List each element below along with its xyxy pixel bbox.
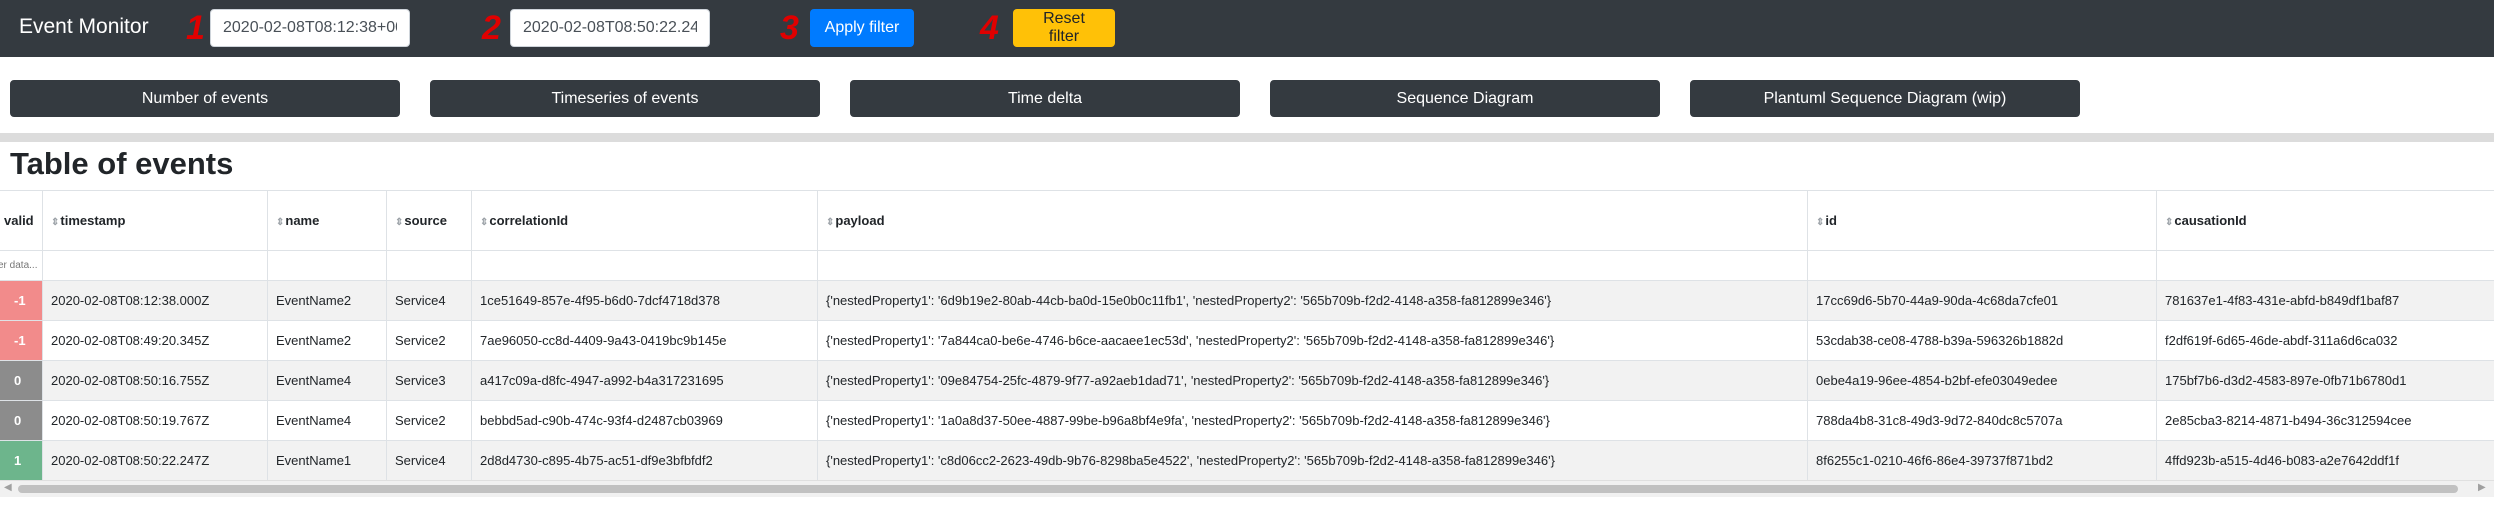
name-cell: EventName2	[267, 320, 387, 361]
reset-filter-button[interactable]: Reset filter	[1013, 9, 1115, 47]
sort-arrows-icon[interactable]: ⇕	[826, 217, 834, 228]
filter-input-id[interactable]	[1807, 250, 2157, 281]
sort-arrows-icon[interactable]: ⇕	[276, 217, 284, 228]
valid-cell: 0	[0, 360, 43, 401]
table-row[interactable]: 0 2020-02-08T08:50:16.755Z EventName4 Se…	[0, 360, 2494, 401]
timeseries-of-events-button[interactable]: Timeseries of events	[430, 80, 820, 117]
filter-input-timestamp[interactable]	[42, 250, 268, 281]
valid-cell: -1	[0, 320, 43, 361]
sort-arrows-icon[interactable]: ⇕	[2165, 217, 2173, 228]
number-of-events-button[interactable]: Number of events	[10, 80, 400, 117]
column-header-source[interactable]: ⇕source	[386, 190, 472, 251]
name-cell: EventName4	[267, 400, 387, 441]
filter-input-name[interactable]	[267, 250, 387, 281]
id-cell: 17cc69d6-5b70-44a9-90da-4c68da7cfe01	[1807, 280, 2157, 321]
table-row[interactable]: 0 2020-02-08T08:50:19.767Z EventName4 Se…	[0, 400, 2494, 441]
sort-arrows-icon[interactable]: ⇕	[1816, 217, 1824, 228]
chevron-left-icon[interactable]: ◀	[4, 482, 12, 493]
source-cell: Service2	[386, 320, 472, 361]
causationid-cell: 2e85cba3-8214-4871-b494-36c312594cee	[2156, 400, 2494, 441]
source-cell: Service4	[386, 280, 472, 321]
table-title: Table of events	[10, 146, 234, 181]
marker-4: 4	[980, 9, 999, 47]
column-header-timestamp[interactable]: ⇕timestamp	[42, 190, 268, 251]
table-row[interactable]: 1 2020-02-08T08:50:22.247Z EventName1 Se…	[0, 440, 2494, 480]
column-header-correlationid[interactable]: ⇕correlationId	[471, 190, 818, 251]
section-divider	[0, 133, 2494, 142]
sort-arrows-icon[interactable]: ⇕	[51, 217, 59, 228]
filter-input-payload[interactable]	[817, 250, 1808, 281]
source-cell: Service2	[386, 400, 472, 441]
id-cell: 788da4b8-31c8-49d3-9d72-840dc8c5707a	[1807, 400, 2157, 441]
marker-2: 2	[482, 9, 501, 47]
column-header-causationid[interactable]: ⇕causationId	[2156, 190, 2494, 251]
source-cell: Service3	[386, 360, 472, 401]
apply-filter-button[interactable]: Apply filter	[810, 9, 914, 47]
id-cell: 0ebe4a19-96ee-4854-b2bf-efe03049edee	[1807, 360, 2157, 401]
plantuml-sequence-diagram-button[interactable]: Plantuml Sequence Diagram (wip)	[1690, 80, 2080, 117]
filter-input-causationid[interactable]	[2156, 250, 2494, 281]
correlationid-cell: 2d8d4730-c895-4b75-ac51-df9e3bfbfdf2	[471, 440, 818, 480]
valid-cell: 1	[0, 440, 43, 480]
table-header-row: valid ⇕timestamp ⇕name ⇕source ⇕correlat…	[0, 190, 2494, 251]
timestamp-cell: 2020-02-08T08:49:20.345Z	[42, 320, 268, 361]
payload-cell: {'nestedProperty1': 'c8d06cc2-2623-49db-…	[817, 440, 1808, 480]
sort-arrows-icon[interactable]: ⇕	[395, 217, 403, 228]
correlationid-cell: 7ae96050-cc8d-4409-9a43-0419bc9b145e	[471, 320, 818, 361]
chevron-right-icon[interactable]: ▶	[2478, 482, 2486, 493]
marker-1: 1	[186, 9, 205, 47]
sort-arrows-icon[interactable]: ⇕	[480, 217, 488, 228]
id-cell: 53cdab38-ce08-4788-b39a-596326b1882d	[1807, 320, 2157, 361]
payload-cell: {'nestedProperty1': '1a0a8d37-50ee-4887-…	[817, 400, 1808, 441]
valid-cell: -1	[0, 280, 43, 321]
correlationid-cell: a417c09a-d8fc-4947-a992-b4a317231695	[471, 360, 818, 401]
payload-cell: {'nestedProperty1': '09e84754-25fc-4879-…	[817, 360, 1808, 401]
navbar: Event Monitor 1 2 3 Apply filter 4 Reset…	[0, 0, 2494, 57]
name-cell: EventName1	[267, 440, 387, 480]
column-header-valid[interactable]: valid	[0, 190, 43, 251]
column-header-name[interactable]: ⇕name	[267, 190, 387, 251]
payload-cell: {'nestedProperty1': '7a844ca0-be6e-4746-…	[817, 320, 1808, 361]
source-cell: Service4	[386, 440, 472, 480]
marker-3: 3	[780, 9, 799, 47]
filter-input-valid[interactable]: er data...	[0, 250, 43, 281]
payload-cell: {'nestedProperty1': '6d9b19e2-80ab-44cb-…	[817, 280, 1808, 321]
scrollbar-thumb[interactable]	[18, 485, 2458, 493]
timestamp-cell: 2020-02-08T08:12:38.000Z	[42, 280, 268, 321]
sequence-diagram-button[interactable]: Sequence Diagram	[1270, 80, 1660, 117]
correlationid-cell: bebbd5ad-c90b-474c-93f4-d2487cb03969	[471, 400, 818, 441]
events-table: valid ⇕timestamp ⇕name ⇕source ⇕correlat…	[0, 190, 2494, 480]
causationid-cell: f2df619f-6d65-46de-abdf-311a6d6ca032	[2156, 320, 2494, 361]
from-date-input[interactable]	[210, 9, 410, 47]
filter-input-source[interactable]	[386, 250, 472, 281]
filter-input-correlationid[interactable]	[471, 250, 818, 281]
column-header-payload[interactable]: ⇕payload	[817, 190, 1808, 251]
timestamp-cell: 2020-02-08T08:50:16.755Z	[42, 360, 268, 401]
table-row[interactable]: -1 2020-02-08T08:49:20.345Z EventName2 S…	[0, 320, 2494, 361]
table-filter-row: er data...	[0, 250, 2494, 281]
column-header-id[interactable]: ⇕id	[1807, 190, 2157, 251]
app-title: Event Monitor	[19, 15, 149, 38]
causationid-cell: 781637e1-4f83-431e-abfd-b849df1baf87	[2156, 280, 2494, 321]
timestamp-cell: 2020-02-08T08:50:22.247Z	[42, 440, 268, 480]
correlationid-cell: 1ce51649-857e-4f95-b6d0-7dcf4718d378	[471, 280, 818, 321]
table-row[interactable]: -1 2020-02-08T08:12:38.000Z EventName2 S…	[0, 280, 2494, 321]
time-delta-button[interactable]: Time delta	[850, 80, 1240, 117]
timestamp-cell: 2020-02-08T08:50:19.767Z	[42, 400, 268, 441]
name-cell: EventName4	[267, 360, 387, 401]
horizontal-scrollbar[interactable]: ◀ ▶	[0, 480, 2494, 497]
name-cell: EventName2	[267, 280, 387, 321]
events-table-container: valid ⇕timestamp ⇕name ⇕source ⇕correlat…	[0, 190, 2494, 480]
causationid-cell: 175bf7b6-d3d2-4583-897e-0fb71b6780d1	[2156, 360, 2494, 401]
to-date-input[interactable]	[510, 9, 710, 47]
valid-cell: 0	[0, 400, 43, 441]
causationid-cell: 4ffd923b-a515-4d46-b083-a2e7642ddf1f	[2156, 440, 2494, 480]
id-cell: 8f6255c1-0210-46f6-86e4-39737f871bd2	[1807, 440, 2157, 480]
